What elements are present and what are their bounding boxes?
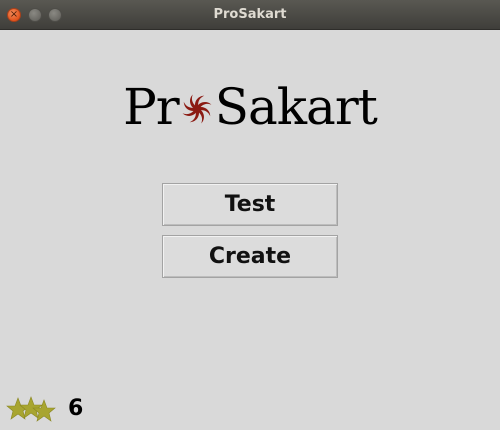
title-bar: × ProSakart xyxy=(0,0,500,30)
logo-text-start: Pr xyxy=(123,78,180,136)
score-count: 6 xyxy=(68,396,84,421)
test-button[interactable]: Test xyxy=(162,183,338,226)
window-title: ProSakart xyxy=(213,7,287,22)
create-button[interactable]: Create xyxy=(162,235,338,278)
prosakart-logo: Pr Sakart xyxy=(0,78,500,136)
stars-icon xyxy=(6,396,56,422)
red-spiral-icon xyxy=(182,94,212,124)
logo-text-end: Sakart xyxy=(214,78,378,136)
